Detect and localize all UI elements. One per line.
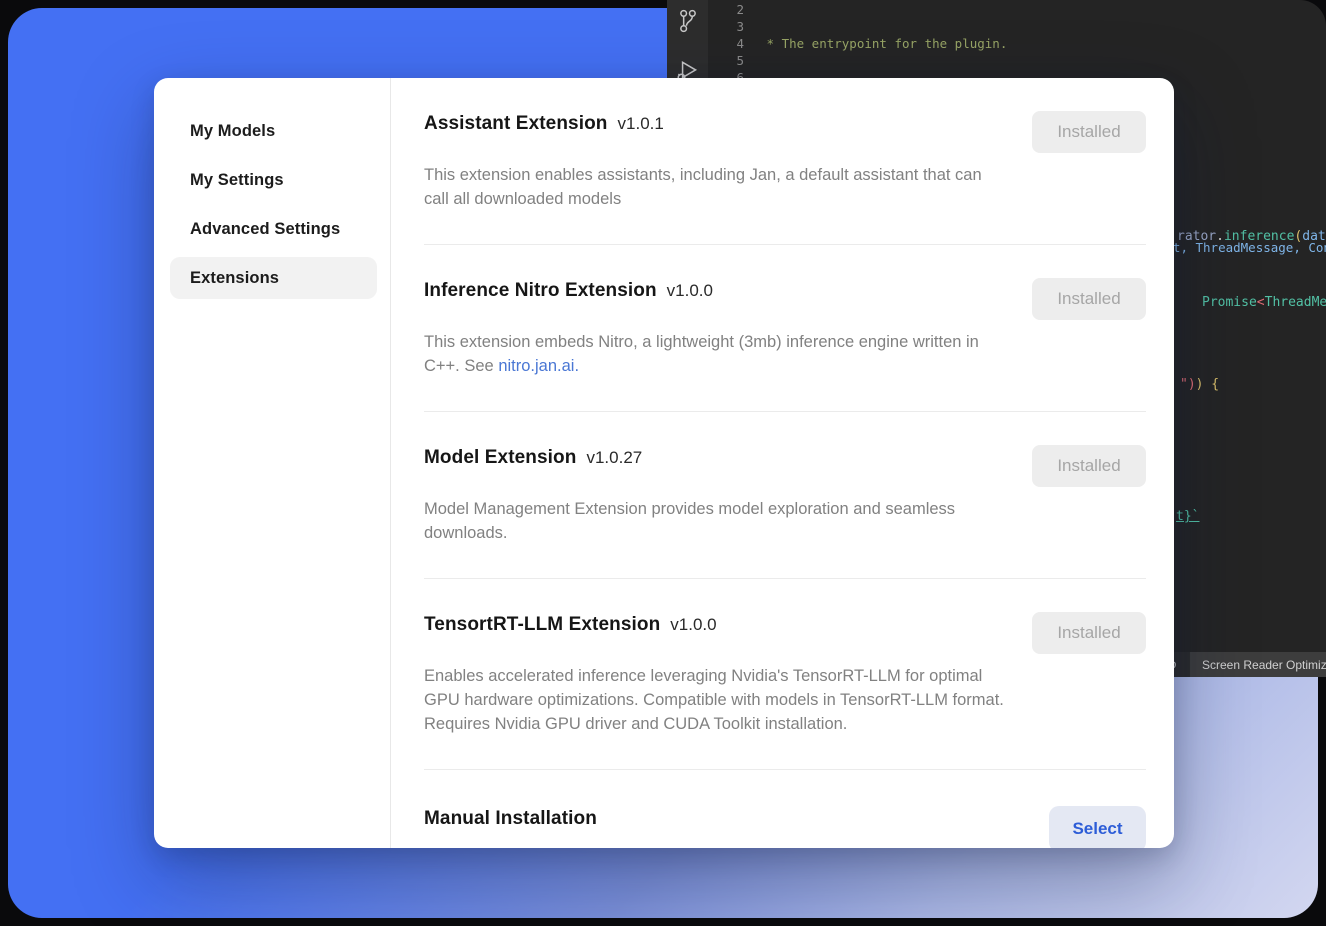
- installed-button[interactable]: Installed: [1032, 445, 1146, 487]
- extension-title: Assistant Extension: [424, 111, 608, 137]
- installed-button[interactable]: Installed: [1032, 111, 1146, 153]
- extension-version: v1.0.0: [670, 615, 716, 635]
- extension-description: This extension enables assistants, inclu…: [424, 163, 1009, 211]
- settings-modal: My Models My Settings Advanced Settings …: [154, 78, 1174, 848]
- sidebar-item-my-settings[interactable]: My Settings: [170, 159, 377, 201]
- nitro-jan-ai-link[interactable]: nitro.jan.ai.: [498, 357, 579, 375]
- manual-installation-section: Manual Installation Select Select an ext…: [424, 770, 1146, 848]
- extension-item-assistant: Assistant Extension v1.0.1 Installed Thi…: [424, 78, 1146, 245]
- editor-line-numbers: 2 3 4 5 6: [708, 1, 744, 86]
- extension-item-model: Model Extension v1.0.27 Installed Model …: [424, 412, 1146, 579]
- extension-version: v1.0.27: [586, 448, 642, 468]
- extension-item-inference-nitro: Inference Nitro Extension v1.0.0 Install…: [424, 245, 1146, 412]
- extension-description: Enables accelerated inference leveraging…: [424, 664, 1009, 736]
- manual-installation-title: Manual Installation: [424, 806, 597, 832]
- settings-sidebar: My Models My Settings Advanced Settings …: [154, 78, 391, 848]
- extension-description: This extension embeds Nitro, a lightweig…: [424, 330, 1009, 378]
- extension-version: v1.0.1: [618, 114, 664, 134]
- code-fragment-template: t}`: [1176, 509, 1199, 524]
- installed-button[interactable]: Installed: [1032, 612, 1146, 654]
- sidebar-item-my-models[interactable]: My Models: [170, 110, 377, 152]
- code-fragment-condition: ")) {: [1180, 377, 1219, 392]
- extension-description: Model Management Extension provides mode…: [424, 497, 1009, 545]
- extension-title: Inference Nitro Extension: [424, 278, 657, 304]
- extension-item-tensorrt-llm: TensortRT-LLM Extension v1.0.0 Installed…: [424, 579, 1146, 770]
- sidebar-item-advanced-settings[interactable]: Advanced Settings: [170, 208, 377, 250]
- code-fragment-promise: Promise<ThreadMessage>: [1202, 295, 1326, 310]
- extension-version: v1.0.0: [667, 281, 713, 301]
- source-control-icon[interactable]: [675, 8, 701, 34]
- select-file-button[interactable]: Select: [1049, 806, 1146, 848]
- extensions-list: Assistant Extension v1.0.1 Installed Thi…: [391, 78, 1174, 848]
- extension-title: TensortRT-LLM Extension: [424, 612, 660, 638]
- sidebar-item-extensions[interactable]: Extensions: [170, 257, 377, 299]
- extension-title: Model Extension: [424, 445, 576, 471]
- installed-button[interactable]: Installed: [1032, 278, 1146, 320]
- code-fragment-inference: rator.inference(data));: [1177, 229, 1326, 244]
- status-item-screen-reader[interactable]: Screen Reader Optimize: [1190, 652, 1326, 677]
